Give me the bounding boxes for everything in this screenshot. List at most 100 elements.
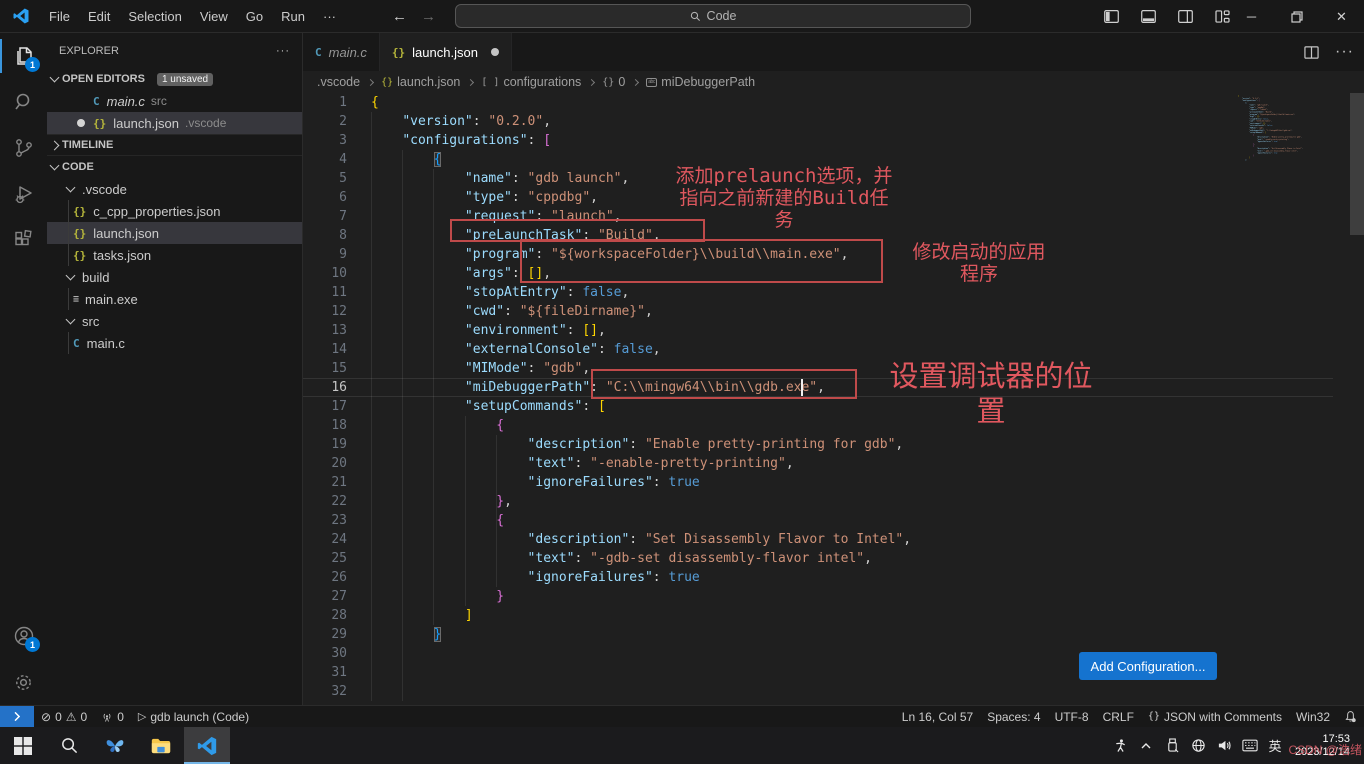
modified-dot-icon — [77, 97, 85, 105]
restore-button[interactable] — [1274, 0, 1319, 33]
ports-indicator[interactable]: 0 — [94, 706, 131, 728]
nav-forward-icon[interactable]: → — [421, 8, 436, 25]
tab-launch-json[interactable]: {}launch.json — [380, 33, 512, 71]
code-line[interactable]: 18 { — [303, 416, 1364, 435]
accounts-button[interactable]: 1 — [0, 613, 47, 659]
project-header[interactable]: CODE — [47, 156, 302, 178]
code-editor[interactable]: 1{2 "version": "0.2.0",3 "configurations… — [303, 93, 1364, 705]
taskbar-file-explorer[interactable] — [138, 727, 184, 764]
problems-indicator[interactable]: ⊘ 0 ⚠ 0 — [34, 706, 94, 728]
tab-main-c[interactable]: Cmain.c — [303, 33, 380, 71]
activity-search-button[interactable] — [0, 79, 47, 125]
menu-item-selection[interactable]: Selection — [119, 6, 190, 27]
eol-sequence[interactable]: CRLF — [1096, 706, 1141, 728]
tree-item-src[interactable]: src — [47, 310, 302, 332]
tree-item-main-exe[interactable]: ≡main.exe — [47, 288, 302, 310]
minimap[interactable]: { "version": "0.2.0", "configurations": … — [1238, 95, 1332, 375]
indentation[interactable]: Spaces: 4 — [980, 706, 1047, 728]
code-line[interactable]: 25 "text": "-gdb-set disassembly-flavor … — [303, 549, 1364, 568]
code-line[interactable]: 20 "text": "-enable-pretty-printing", — [303, 454, 1364, 473]
tree-item-tasks-json[interactable]: {}tasks.json — [47, 244, 302, 266]
breadcrumb-item[interactable]: [ ]configurations — [481, 75, 581, 89]
code-line[interactable]: 17 "setupCommands": [ — [303, 397, 1364, 416]
code-line[interactable]: 12 "cwd": "${fileDirname}", — [303, 302, 1364, 321]
code-line[interactable]: 26 "ignoreFailures": true — [303, 568, 1364, 587]
cursor-position[interactable]: Ln 16, Col 57 — [895, 706, 980, 728]
code-line[interactable]: 23 { — [303, 511, 1364, 530]
tree-item-c-cpp-properties-json[interactable]: {}c_cpp_properties.json — [47, 200, 302, 222]
taskbar-search-button[interactable] — [46, 727, 92, 764]
keyboard-ime-icon[interactable] — [1238, 727, 1262, 764]
split-editor-icon[interactable] — [1304, 45, 1319, 60]
code-line[interactable]: 13 "environment": [], — [303, 321, 1364, 340]
code-line[interactable]: 29 } — [303, 625, 1364, 644]
code-line[interactable]: 1{ — [303, 93, 1364, 112]
code-line[interactable]: 22 }, — [303, 492, 1364, 511]
language-mode[interactable]: {} JSON with Comments — [1141, 706, 1289, 728]
chevron-down-icon — [66, 183, 76, 193]
customize-layout-icon[interactable] — [1215, 10, 1230, 23]
remote-indicator[interactable] — [0, 706, 34, 728]
network-globe-icon[interactable] — [1186, 727, 1210, 764]
menu-item-view[interactable]: View — [191, 6, 237, 27]
code-line[interactable]: 24 "description": "Set Disassembly Flavo… — [303, 530, 1364, 549]
breadcrumb-item[interactable]: .vscode — [317, 75, 360, 89]
json-icon: {} — [1148, 711, 1160, 722]
tree-item-build[interactable]: build — [47, 266, 302, 288]
close-window-button[interactable]: ✕ — [1319, 0, 1364, 33]
taskbar-app-butterfly[interactable] — [92, 727, 138, 764]
code-line[interactable]: 19 "description": "Enable pretty-printin… — [303, 435, 1364, 454]
platform-indicator[interactable]: Win32 — [1289, 706, 1337, 728]
start-button[interactable] — [0, 727, 46, 764]
editor-more-actions-icon[interactable]: ··· — [1335, 43, 1354, 61]
tree-item-launch-json[interactable]: {}launch.json — [47, 222, 302, 244]
open-editor-item[interactable]: {}launch.json.vscode — [47, 112, 302, 134]
encoding[interactable]: UTF-8 — [1048, 706, 1096, 728]
code-line[interactable]: 2 "version": "0.2.0", — [303, 112, 1364, 131]
breadcrumb-item[interactable]: miDebuggerPath — [646, 75, 755, 89]
code-line[interactable]: 27 } — [303, 587, 1364, 606]
explorer-more-actions-icon[interactable]: ··· — [276, 45, 290, 57]
add-configuration-button[interactable]: Add Configuration... — [1079, 652, 1217, 680]
timeline-header[interactable]: TIMELINE — [47, 134, 302, 156]
code-line[interactable]: 3 "configurations": [ — [303, 131, 1364, 150]
breadcrumb-item[interactable]: {}launch.json — [381, 75, 460, 89]
code-line[interactable]: 11 "stopAtEntry": false, — [303, 283, 1364, 302]
open-editor-item[interactable]: Cmain.csrc — [47, 90, 302, 112]
menu-item-edit[interactable]: Edit — [79, 6, 119, 27]
tray-overflow-chevron-icon[interactable] — [1134, 727, 1158, 764]
activity-source-control-button[interactable] — [0, 125, 47, 171]
menu-item-go[interactable]: Go — [237, 6, 272, 27]
code-line[interactable]: 32 — [303, 682, 1364, 701]
code-line-text: "setupCommands": [ — [347, 397, 606, 416]
volume-icon[interactable] — [1212, 727, 1236, 764]
tree-item-main-c[interactable]: Cmain.c — [47, 332, 302, 354]
menu-item-[interactable]: ··· — [314, 6, 345, 27]
settings-button[interactable] — [0, 659, 47, 705]
toggle-secondary-sidebar-icon[interactable] — [1178, 10, 1193, 23]
toggle-sidebar-icon[interactable] — [1104, 10, 1119, 23]
activity-explorer-button[interactable]: 1 — [0, 33, 47, 79]
menu-item-file[interactable]: File — [40, 6, 79, 27]
code-line[interactable]: 28 ] — [303, 606, 1364, 625]
code-line[interactable]: 21 "ignoreFailures": true — [303, 473, 1364, 492]
debug-target[interactable]: ▷ gdb launch (Code) — [131, 706, 256, 728]
ime-language-indicator[interactable]: 英 — [1264, 727, 1286, 764]
code-line-text: { — [347, 150, 441, 169]
taskbar-vscode[interactable] — [184, 727, 230, 764]
activity-run-debug-button[interactable] — [0, 171, 47, 217]
command-center-search[interactable]: Code — [455, 4, 971, 28]
accessibility-tray-icon[interactable] — [1108, 727, 1132, 764]
breadcrumb-item[interactable]: {}0 — [602, 75, 625, 89]
activity-extensions-button[interactable] — [0, 217, 47, 263]
open-editors-header[interactable]: OPEN EDITORS 1 unsaved — [47, 68, 302, 90]
toggle-panel-icon[interactable] — [1141, 10, 1156, 23]
minimize-button[interactable]: ─ — [1229, 0, 1274, 33]
nav-back-icon[interactable]: ← — [392, 8, 407, 25]
usb-tray-icon[interactable] — [1160, 727, 1184, 764]
code-line[interactable]: 14 "externalConsole": false, — [303, 340, 1364, 359]
tree-item--vscode[interactable]: .vscode — [47, 178, 302, 200]
notifications-bell[interactable] — [1337, 706, 1364, 728]
menu-item-run[interactable]: Run — [272, 6, 314, 27]
vertical-scrollbar[interactable] — [1350, 93, 1364, 235]
